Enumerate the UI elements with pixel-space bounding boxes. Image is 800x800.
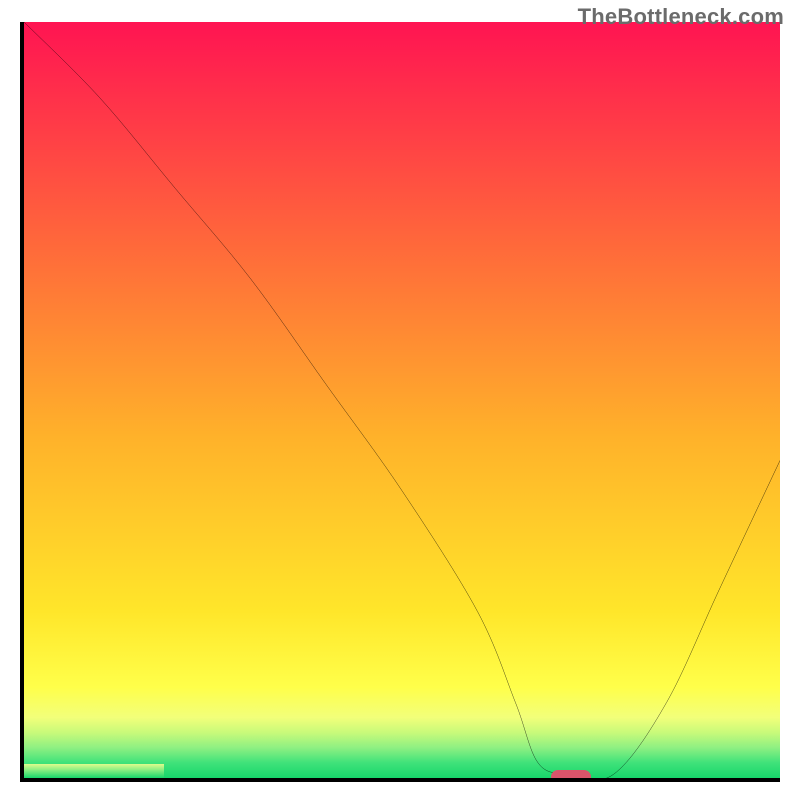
bottleneck-curve <box>24 22 780 778</box>
chart-frame: TheBottleneck.com <box>0 0 800 800</box>
watermark-text: TheBottleneck.com <box>578 4 784 30</box>
optimal-marker <box>551 770 591 782</box>
plot-area <box>20 22 780 782</box>
